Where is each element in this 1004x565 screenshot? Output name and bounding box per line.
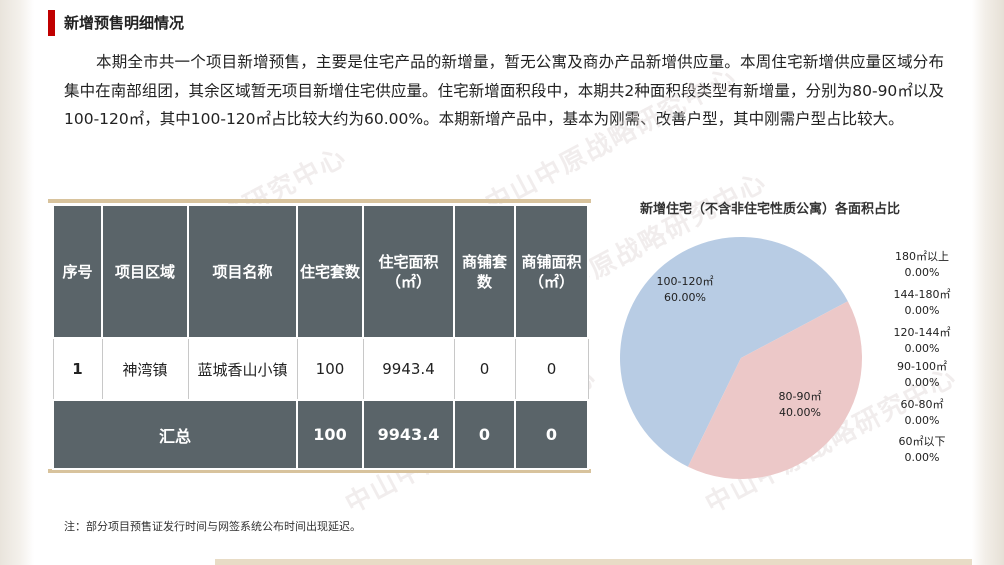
zero-category-label: 180㎡以上 (895, 250, 949, 263)
zero-category-value: 0.00% (905, 451, 940, 464)
zero-category-value: 0.00% (905, 342, 940, 355)
zero-category-label: 60-80㎡ (901, 398, 944, 411)
zero-category-label: 60㎡以下 (899, 435, 946, 448)
slice-label: 100-120㎡ (657, 275, 714, 288)
zero-category-label: 90-100㎡ (897, 360, 947, 373)
zero-category-value: 0.00% (905, 376, 940, 389)
slice-label: 80-90㎡ (779, 390, 822, 403)
zero-category-value: 0.00% (905, 266, 940, 279)
slice-value-label: 40.00% (779, 406, 821, 419)
zero-category-label: 120-144㎡ (894, 326, 951, 339)
pie-chart: 100-120㎡ 60.00% 80-90㎡ 40.00% 180㎡以上 0.00% 144… (619, 236, 951, 479)
zero-category-label: 144-180㎡ (894, 288, 951, 301)
slice-value-label: 60.00% (664, 291, 706, 304)
zero-category-value: 0.00% (905, 414, 940, 427)
zero-category-value: 0.00% (905, 304, 940, 317)
